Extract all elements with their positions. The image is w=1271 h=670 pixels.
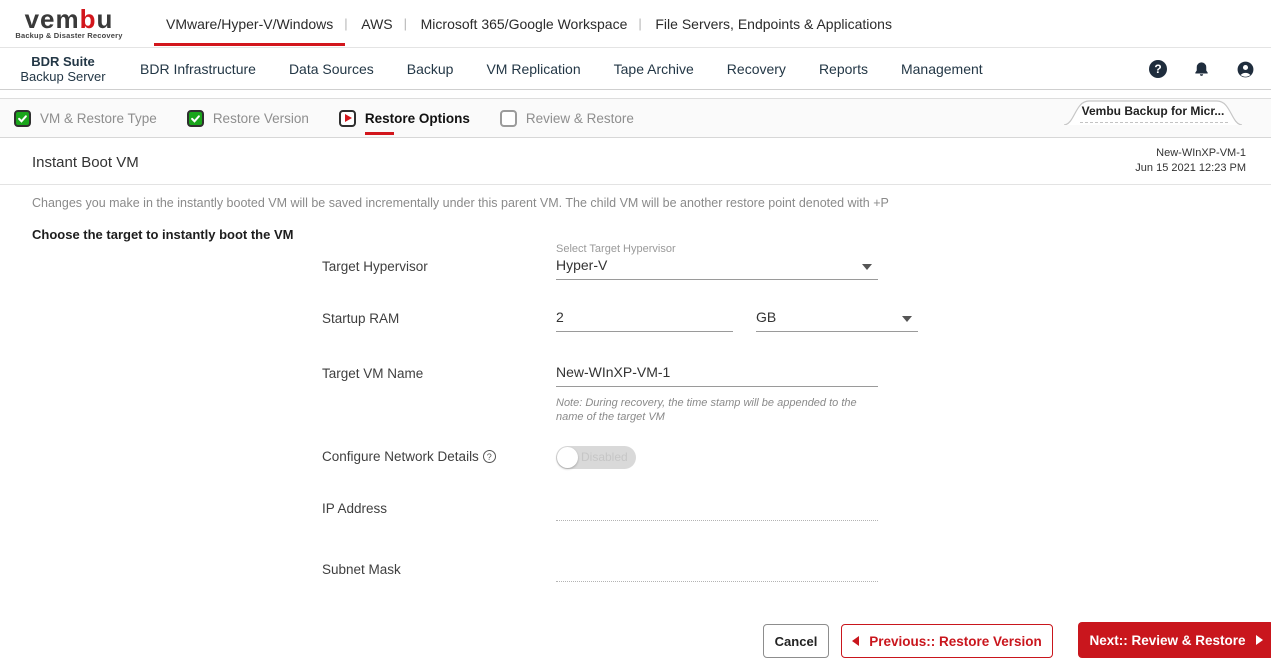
step-completed-check-icon xyxy=(186,109,204,127)
menu-backup[interactable]: Backup xyxy=(407,61,454,77)
target-vm-name-label: Target VM Name xyxy=(322,366,424,381)
ram-unit-select[interactable]: GB xyxy=(756,309,918,332)
previous-button[interactable]: Previous:: Restore Version xyxy=(841,624,1053,658)
tab-file-servers-endpoints[interactable]: File Servers, Endpoints & Applications xyxy=(638,0,906,47)
chevron-down-icon xyxy=(902,316,912,322)
vembu-wordmark: vembu xyxy=(24,4,114,34)
suite-title: BDR Suite xyxy=(31,54,95,69)
select-target-hypervisor-floating-label: Select Target Hypervisor xyxy=(556,243,676,255)
menu-bdr-infrastructure[interactable]: BDR Infrastructure xyxy=(140,61,256,77)
menu-management[interactable]: Management xyxy=(901,61,983,77)
tab-m365-google-workspace[interactable]: Microsoft 365/Google Workspace xyxy=(404,0,642,47)
step-pending-box-icon xyxy=(499,109,517,127)
menu-vm-replication[interactable]: VM Replication xyxy=(486,61,580,77)
step-active-play-icon xyxy=(338,109,356,127)
chevron-down-icon xyxy=(862,264,872,270)
menu-reports[interactable]: Reports xyxy=(819,61,868,77)
help-icon[interactable]: ? xyxy=(1149,60,1167,78)
question-mark-icon[interactable]: ? xyxy=(482,450,496,463)
subnet-mask-label: Subnet Mask xyxy=(322,562,401,577)
product-nav: BDR Suite Backup Server BDR Infrastructu… xyxy=(0,49,1271,90)
menu-data-sources[interactable]: Data Sources xyxy=(289,61,374,77)
configure-network-label: Configure Network Details? xyxy=(322,449,496,464)
cancel-button[interactable]: Cancel xyxy=(763,624,829,658)
restore-timestamp: Jun 15 2021 12:23 PM xyxy=(1135,162,1246,174)
page-title: Instant Boot VM xyxy=(32,154,139,171)
header-icon-cluster: ? xyxy=(1149,60,1255,79)
arrow-right-icon xyxy=(1255,635,1263,645)
instant-boot-description: Changes you make in the instantly booted… xyxy=(32,196,889,210)
toggle-state-label: Disabled xyxy=(581,450,628,464)
brand-header: vembu Backup & Disaster Recovery VMware/… xyxy=(0,0,1271,48)
step-restore-version[interactable]: Restore Version xyxy=(186,109,309,127)
step-completed-check-icon xyxy=(14,109,31,127)
product-tab-label: Vembu Backup for Micr... xyxy=(1081,104,1225,118)
startup-ram-input[interactable] xyxy=(556,309,733,332)
target-hypervisor-select[interactable]: Hyper-V xyxy=(556,257,878,280)
next-button[interactable]: Next:: Review & Restore xyxy=(1078,622,1271,658)
suite-switcher[interactable]: BDR Suite Backup Server xyxy=(0,54,126,84)
menu-recovery[interactable]: Recovery xyxy=(727,61,786,77)
main-menu: BDR Infrastructure Data Sources Backup V… xyxy=(140,61,983,77)
menu-tape-archive[interactable]: Tape Archive xyxy=(614,61,694,77)
toggle-knob xyxy=(557,447,578,468)
suite-subtitle: Backup Server xyxy=(20,69,106,84)
vembu-bdr-backup-server-app: vembu Backup & Disaster Recovery VMware/… xyxy=(0,0,1271,670)
step-review-restore[interactable]: Review & Restore xyxy=(499,109,634,127)
target-hypervisor-label: Target Hypervisor xyxy=(322,259,428,274)
workload-tabs: VMware/Hyper-V/Windows AWS Microsoft 365… xyxy=(152,0,906,47)
account-user-icon[interactable] xyxy=(1236,60,1255,79)
subnet-mask-input-disabled xyxy=(556,566,878,582)
product-tab-dashed-divider xyxy=(1080,122,1228,123)
vm-name-note: Note: During recovery, the time stamp wi… xyxy=(556,397,857,423)
vembu-logo[interactable]: vembu Backup & Disaster Recovery xyxy=(14,4,124,40)
target-section-heading: Choose the target to instantly boot the … xyxy=(32,227,294,242)
ip-address-input-disabled xyxy=(556,505,878,521)
ip-address-label: IP Address xyxy=(322,501,388,516)
step-vm-restore-type[interactable]: VM & Restore Type xyxy=(14,109,157,127)
tab-aws[interactable]: AWS xyxy=(344,0,406,47)
configure-network-toggle[interactable]: Disabled xyxy=(556,446,636,469)
target-vm-name-input[interactable] xyxy=(556,364,878,387)
step-restore-options[interactable]: Restore Options xyxy=(338,109,470,135)
page-section-header: Instant Boot VM New-WInXP-VM-1 Jun 15 20… xyxy=(0,139,1271,185)
notifications-bell-icon[interactable] xyxy=(1192,60,1211,79)
brand-tagline: Backup & Disaster Recovery xyxy=(15,31,123,40)
restore-point-meta: New-WInXP-VM-1 Jun 15 2021 12:23 PM xyxy=(1135,146,1246,176)
tab-vmware-hyperv-windows[interactable]: VMware/Hyper-V/Windows xyxy=(152,0,347,47)
startup-ram-label: Startup RAM xyxy=(322,311,400,326)
restore-vm-name: New-WInXP-VM-1 xyxy=(1156,147,1246,159)
arrow-left-icon xyxy=(852,636,860,646)
